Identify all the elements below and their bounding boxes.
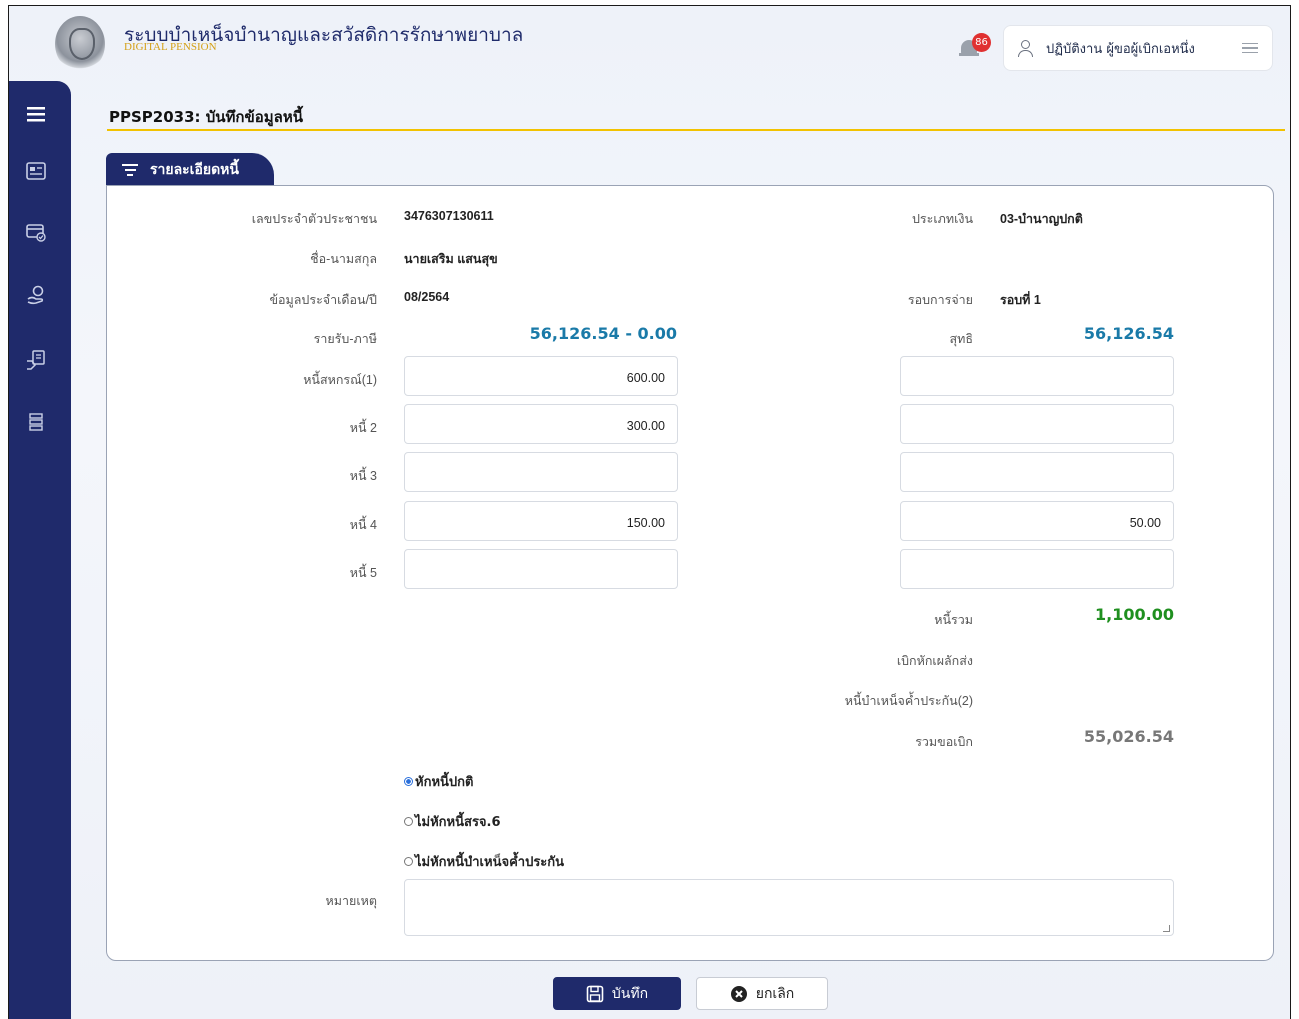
save-label: บันทึก [611,985,649,1002]
radio-label: ไม่หักหนี้บำเหน็จค้ำประกัน [415,855,565,870]
round-value: รอบที่ 1 [1000,293,1041,307]
net-label: สุทธิ [949,332,974,346]
debt-1-label: หนี้สหกรณ์(1) [303,373,377,387]
radio-label: หักหนี้ปกติ [415,775,474,790]
cancel-button[interactable]: ยกเลิก [696,977,828,1010]
tab-label: รายละเอียดหนี้ [150,162,239,178]
debt-3-input[interactable] [404,452,678,492]
debt-2-input[interactable]: 300.00 [404,404,678,444]
radio-selected-icon [404,777,413,786]
radio-unselected-icon [404,857,413,866]
total-claim-label: รวมขอเบิก [915,735,973,749]
debt-detail-panel: เลขประจำตัวประชาชน 3476307130611 ประเภทเ… [106,185,1274,961]
filter-icon [122,161,138,179]
net-value: 56,126.54 [1083,324,1174,343]
id-card-icon[interactable] [25,160,49,182]
month-value: 08/2564 [404,290,450,304]
floppy-disk-icon [586,985,604,1003]
debt-2-label: หนี้ 2 [349,421,377,435]
save-button[interactable]: บันทึก [553,977,681,1010]
radio-no-deduct-guarantee[interactable]: ไม่หักหนี้บำเหน็จค้ำประกัน [404,851,564,872]
user-menu[interactable]: ปฏิบัติงาน ผู้ขอผู้เบิกเอหนึ่ง [1003,25,1273,71]
guarantee-label: หนี้บำเหน็จค้ำประกัน(2) [844,694,973,708]
income-value: 56,126.54 - 0.00 [529,324,677,343]
app-frame: ระบบบำเหน็จบำนาญและสวัสดิการรักษาพยาบาล … [8,5,1291,1019]
money-hand-icon[interactable] [25,284,49,306]
emblem-logo [55,16,105,72]
debt-4-input[interactable]: 150.00 [404,501,678,541]
server-list-icon[interactable] [25,411,49,433]
notification-count-badge: 86 [972,33,991,52]
radio-unselected-icon [404,817,413,826]
tab-debt-details[interactable]: รายละเอียดหนี้ [106,153,274,187]
total-claim-value: 55,026.54 [1083,727,1174,746]
money-type-value: 03-บำนาญปกติ [1000,212,1083,226]
title-divider [107,129,1285,131]
name-label: ชื่อ-นามสกุล [310,252,377,266]
month-label: ข้อมูลประจำเดือน/ปี [269,293,377,307]
debt-3-label: หนี้ 3 [349,469,377,483]
overpay-label: เบิกหักเผลักส่ง [896,654,973,668]
user-name: ปฏิบัติงาน ผู้ขอผู้เบิกเอหนึ่ง [1046,41,1195,57]
total-debt-value: 1,100.00 [1095,605,1174,624]
debt-6-input[interactable] [900,356,1174,396]
remark-label: หมายเหตุ [325,894,377,908]
cancel-label: ยกเลิก [755,985,795,1002]
citizen-id-value: 3476307130611 [404,209,494,223]
debt-1-input[interactable]: 600.00 [404,356,678,396]
page-title: PPSP2033: บันทึกข้อมูลหนี้ [109,108,303,126]
income-label: รายรับ-ภาษี [313,332,377,346]
remark-textarea[interactable] [404,879,1174,936]
radio-normal-deduction[interactable]: หักหนี้ปกติ [404,771,473,792]
round-label: รอบการจ่าย [907,293,973,307]
card-check-icon[interactable] [25,221,49,243]
debt-10-input[interactable] [900,549,1174,589]
close-circle-icon [730,985,748,1003]
citizen-id-label: เลขประจำตัวประชาชน [251,212,377,226]
sidebar-toggle-icon[interactable] [25,103,49,125]
total-debt-label: หนี้รวม [934,613,973,627]
app-subtitle: DIGITAL PENSION [124,41,217,53]
user-icon [1016,39,1034,57]
debt-5-label: หนี้ 5 [349,566,377,580]
hamburger-menu-icon[interactable] [1242,40,1258,57]
radio-label: ไม่หักหนี้สรจ.6 [415,815,501,830]
debt-7-input[interactable] [900,404,1174,444]
debt-9-input[interactable]: 50.00 [900,501,1174,541]
sidebar [9,81,71,1019]
radio-no-deduct-sorjor6[interactable]: ไม่หักหนี้สรจ.6 [404,811,501,832]
money-type-label: ประเภทเงิน [911,212,973,226]
name-value: นายเสริม แสนสุข [404,252,498,266]
debt-4-label: หนี้ 4 [349,518,377,532]
document-hand-icon[interactable] [25,349,49,371]
debt-8-input[interactable] [900,452,1174,492]
debt-5-input[interactable] [404,549,678,589]
